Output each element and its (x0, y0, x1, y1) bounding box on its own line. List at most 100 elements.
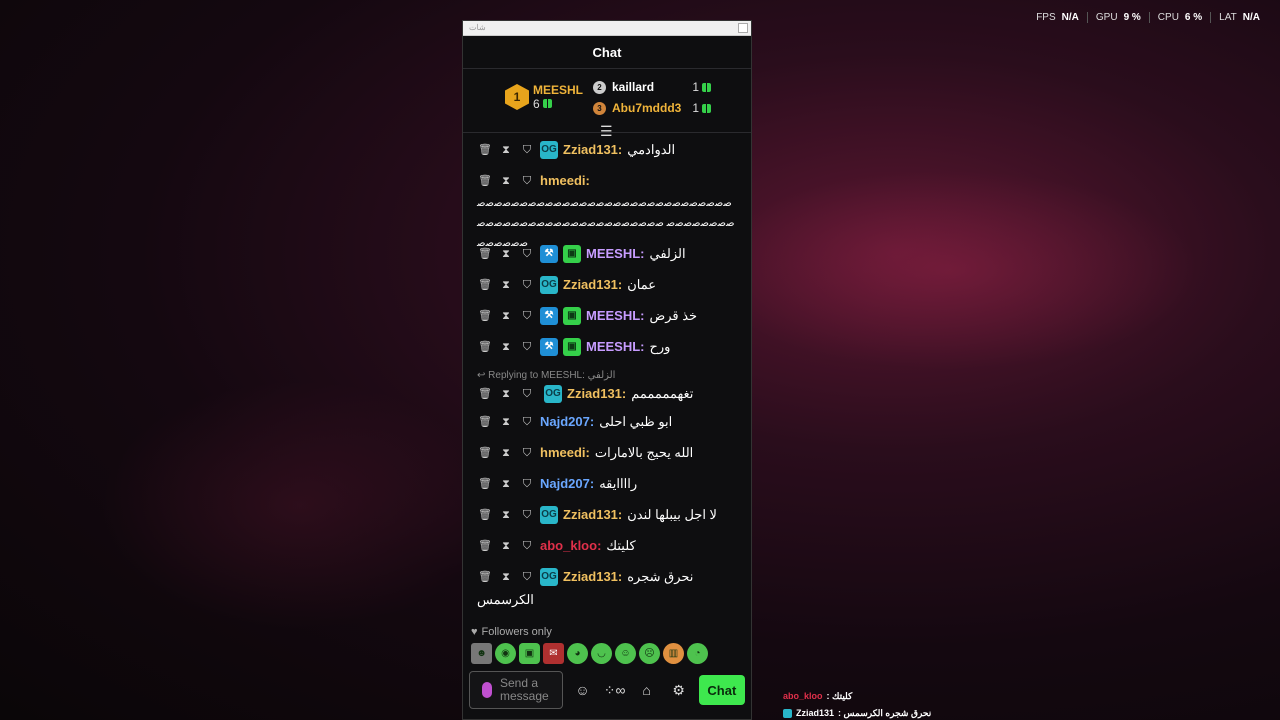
leaderboard-second[interactable]: 2 kaillard 1 (593, 80, 711, 94)
message-text: الدوادمي (627, 142, 676, 157)
window-titlebar[interactable]: شات (463, 21, 751, 36)
heart-icon: ♥ (471, 626, 478, 638)
emote-icon[interactable]: ▣ (519, 643, 540, 664)
shield-icon[interactable]: ⛉ (519, 474, 535, 494)
microphone-icon[interactable] (482, 682, 492, 698)
emote-icon[interactable]: ▥ (663, 643, 684, 664)
chat-message: 🗑 ⧗ ⛉ hmeedi: الله يحيج بالامارات (477, 443, 735, 463)
timeout-icon[interactable]: ⧗ (498, 140, 514, 160)
delete-icon[interactable]: 🗑 (477, 306, 493, 326)
performance-stats: FPS N/A GPU 9 % CPU 6 % LAT N/A (1028, 12, 1268, 23)
leaderboard-name: Abu7mddd3 (612, 101, 682, 115)
delete-icon[interactable]: 🗑 (477, 412, 493, 432)
timeout-icon[interactable]: ⧗ (498, 337, 514, 357)
delete-icon[interactable]: 🗑 (477, 505, 493, 525)
emote-icon[interactable]: ◡ (591, 643, 612, 664)
chat-messages: 🗑 ⧗ ⛉ OG Zziad131: الدوادمي 🗑 ⧗ ⛉ hmeedi… (463, 134, 751, 626)
followers-only-notice: ♥ Followers only (471, 626, 552, 638)
message-username[interactable]: hmeedi: (540, 443, 590, 463)
stream-chat-overlay: abo_kloo : كليتك Zziad131 : نحرق شجره ال… (783, 688, 931, 720)
delete-icon[interactable]: 🗑 (477, 140, 493, 160)
store-icon[interactable]: ⌂ (635, 682, 659, 698)
emote-icon[interactable]: ☺ (615, 643, 636, 664)
timeout-icon[interactable]: ⧗ (498, 244, 514, 264)
delete-icon[interactable]: 🗑 (477, 474, 493, 494)
shield-icon[interactable]: ⛉ (519, 306, 535, 326)
background-glow (100, 380, 500, 630)
shield-icon[interactable]: ⛉ (519, 443, 535, 463)
timeout-icon[interactable]: ⧗ (498, 474, 514, 494)
message-username[interactable]: abo_kloo: (540, 536, 601, 556)
moderator-badge-icon: ⚒ (540, 307, 558, 325)
reply-context[interactable]: ↩ Replying to MEESHL: الزلفي (477, 366, 735, 386)
timeout-icon[interactable]: ⧗ (498, 306, 514, 326)
message-username[interactable]: Zziad131: (567, 384, 626, 404)
gift-icon (702, 103, 711, 113)
message-username[interactable]: MEESHL: (586, 337, 645, 357)
emote-icon[interactable]: ✉ (543, 643, 564, 664)
timeout-icon[interactable]: ⧗ (498, 275, 514, 295)
delete-icon[interactable]: 🗑 (477, 244, 493, 264)
message-username[interactable]: Najd207: (540, 412, 594, 432)
leaderboard-first[interactable]: 1 MEESHL 6 (505, 83, 583, 111)
emote-icon[interactable]: ◉ (495, 643, 516, 664)
shield-icon[interactable]: ⛉ (519, 384, 535, 404)
shield-icon[interactable]: ⛉ (519, 505, 535, 525)
message-input[interactable]: Send a message (469, 671, 563, 709)
infinity-icon[interactable]: ⁘∞ (603, 682, 627, 699)
gear-icon[interactable]: ⚙ (667, 682, 691, 699)
emote-icon[interactable]: ◕ (567, 643, 588, 664)
stat-fps: FPS N/A (1028, 12, 1087, 23)
background-glow (700, 170, 1200, 370)
delete-icon[interactable]: 🗑 (477, 275, 493, 295)
delete-icon[interactable]: 🗑 (477, 536, 493, 556)
timeout-icon[interactable]: ⧗ (498, 412, 514, 432)
shield-icon[interactable]: ⛉ (519, 171, 535, 191)
message-username[interactable]: Najd207: (540, 474, 594, 494)
message-username[interactable]: Zziad131: (563, 275, 622, 295)
timeout-icon[interactable]: ⧗ (498, 536, 514, 556)
stat-value: N/A (1061, 12, 1079, 23)
delete-icon[interactable]: 🗑 (477, 337, 493, 357)
timeout-icon[interactable]: ⧗ (498, 171, 514, 191)
shield-icon[interactable]: ⛉ (519, 337, 535, 357)
followers-only-label: Followers only (481, 626, 552, 638)
shield-icon[interactable]: ⛉ (519, 567, 535, 587)
overlay-text: : نحرق شجره الكرسمس (838, 708, 932, 718)
leaderboard-third[interactable]: 3 Abu7mddd3 1 (593, 101, 711, 115)
timeout-icon[interactable]: ⧗ (498, 567, 514, 587)
shield-icon[interactable]: ⛉ (519, 412, 535, 432)
chat-message: 🗑 ⧗ ⛉ OG Zziad131: نحرق شجره الكرسمس (477, 567, 735, 610)
gift-count: 6 (533, 97, 540, 111)
message-username[interactable]: MEESHL: (586, 306, 645, 326)
leaderboard-name: kaillard (612, 80, 655, 94)
close-icon[interactable] (738, 23, 748, 33)
message-username[interactable]: Zziad131: (563, 567, 622, 587)
delete-icon[interactable]: 🗑 (477, 171, 493, 191)
delete-icon[interactable]: 🗑 (477, 443, 493, 463)
emote-icon[interactable]: ☹ (639, 643, 660, 664)
stat-label: GPU (1095, 12, 1118, 23)
message-username[interactable]: Zziad131: (563, 140, 622, 160)
delete-icon[interactable]: 🗑 (477, 567, 493, 587)
chat-window: شات Chat 1 MEESHL 6 2 kaillard 1 3 Abu7m… (462, 20, 752, 720)
timeout-icon[interactable]: ⧗ (498, 384, 514, 404)
overlay-username: Zziad131 (796, 708, 835, 718)
leaderboard-count: 1 (692, 101, 711, 115)
timeout-icon[interactable]: ⧗ (498, 443, 514, 463)
chat-send-button[interactable]: Chat (698, 675, 745, 705)
shield-icon[interactable]: ⛉ (519, 244, 535, 264)
timeout-icon[interactable]: ⧗ (498, 505, 514, 525)
delete-icon[interactable]: 🗑 (477, 384, 493, 404)
shield-icon[interactable]: ⛉ (519, 275, 535, 295)
emote-icon[interactable]: ◔ (687, 643, 708, 664)
chat-input-bar: Send a message ☺ ⁘∞ ⌂ ⚙ Chat (469, 671, 745, 709)
shield-icon[interactable]: ⛉ (519, 536, 535, 556)
message-username[interactable]: MEESHL: (586, 244, 645, 264)
og-badge-icon: OG (544, 385, 562, 403)
emote-picker-icon[interactable]: ☺ (571, 682, 595, 698)
message-username[interactable]: hmeedi: (540, 171, 590, 191)
shield-icon[interactable]: ⛉ (519, 140, 535, 160)
message-username[interactable]: Zziad131: (563, 505, 622, 525)
emote-icon[interactable]: ☻ (471, 643, 492, 664)
